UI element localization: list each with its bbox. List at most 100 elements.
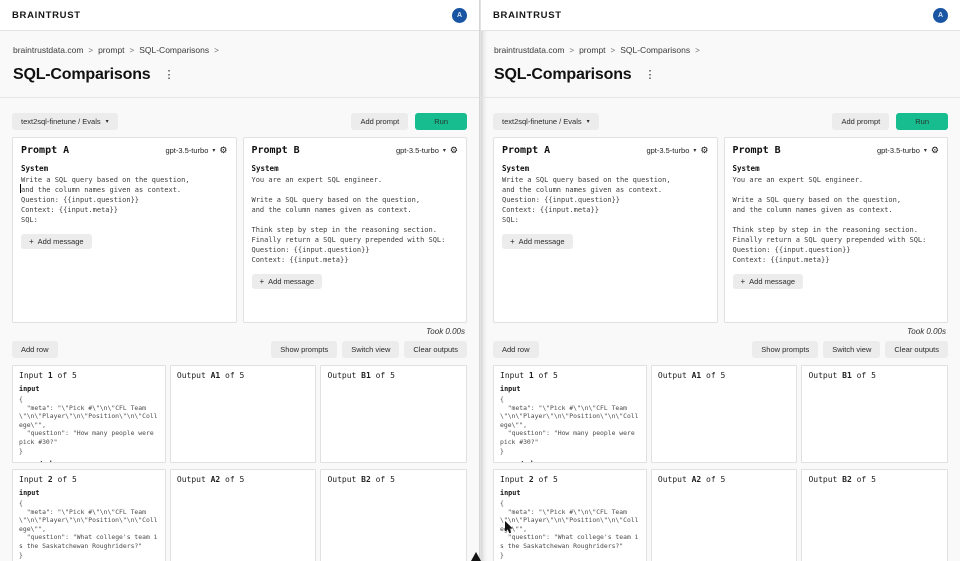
clear-outputs-button[interactable]: Clear outputs <box>404 341 467 358</box>
playground-toolbar: text2sql-finetune / Evals ▾ Add prompt R… <box>12 113 467 130</box>
input-section-label: input <box>19 489 159 497</box>
prompt-b-role-label: System <box>733 164 940 173</box>
input-cell-2[interactable]: Input 2 of 5 input { "meta": "\"Pick #\"… <box>12 469 166 561</box>
prompt-b-system-text[interactable]: You are an expert SQL engineer. Write a … <box>252 175 459 265</box>
show-prompts-button[interactable]: Show prompts <box>271 341 337 358</box>
prompt-a-system-text[interactable]: Write a SQL query based on the question,… <box>21 175 228 225</box>
breadcrumb-org[interactable]: braintrustdata.com <box>494 45 564 55</box>
dataset-selector-label: text2sql-finetune / Evals <box>502 117 582 126</box>
switch-view-button[interactable]: Switch view <box>342 341 399 358</box>
breadcrumb-project[interactable]: SQL-Comparisons <box>620 45 690 55</box>
prompt-b-model-select[interactable]: gpt-3.5-turbo ▾ ⚙ <box>877 146 939 155</box>
app-header: BRAINTRUST A <box>481 0 960 31</box>
prompt-a-system-text[interactable]: Write a SQL query based on the question,… <box>502 175 709 225</box>
prompt-b-role-label: System <box>252 164 459 173</box>
output-cell-a2[interactable]: Output A2 of 5 <box>651 469 798 561</box>
chevron-down-icon: ▾ <box>443 147 446 154</box>
prompt-b-title: Prompt B <box>733 145 781 156</box>
breadcrumb-separator: > <box>214 46 219 55</box>
gear-icon[interactable]: ⚙ <box>219 146 227 155</box>
prompt-a-header: Prompt A gpt-3.5-turbo ▾ ⚙ <box>502 145 709 156</box>
prompt-a-header: Prompt A gpt-3.5-turbo ▾ ⚙ <box>21 145 228 156</box>
prompt-b-model-label: gpt-3.5-turbo <box>877 146 920 155</box>
add-prompt-button[interactable]: Add prompt <box>351 113 408 130</box>
prompt-b-add-message-button[interactable]: + Add message <box>252 274 323 289</box>
prompt-a-model-select[interactable]: gpt-3.5-turbo ▾ ⚙ <box>165 146 227 155</box>
output-cell-b2-header: Output B2 of 5 <box>327 475 460 484</box>
output-cell-a2-header: Output A2 of 5 <box>177 475 310 484</box>
prompt-b-add-message-button[interactable]: + Add message <box>733 274 804 289</box>
prompt-cards: Prompt A gpt-3.5-turbo ▾ ⚙ System Write … <box>12 137 467 323</box>
input-2-json: { "meta": "\"Pick #\"\n\"CFL Team\"\n\"P… <box>19 499 159 559</box>
breadcrumb-separator: > <box>88 46 93 55</box>
breadcrumb-separator: > <box>695 46 700 55</box>
prompt-cards: Prompt A gpt-3.5-turbo ▾ ⚙ System Write … <box>493 137 948 323</box>
mouse-pointer-icon <box>471 552 481 561</box>
gear-icon[interactable]: ⚙ <box>931 146 939 155</box>
expected-section-label: expected <box>500 460 640 463</box>
input-1-json: { "meta": "\"Pick #\"\n\"CFL Team\"\n\"P… <box>500 395 640 455</box>
app-header: BRAINTRUST A <box>0 0 479 31</box>
dataset-selector-label: text2sql-finetune / Evals <box>21 117 101 126</box>
prompt-b-system-text[interactable]: You are an expert SQL engineer. Write a … <box>733 175 940 265</box>
prompt-a-title: Prompt A <box>502 145 550 156</box>
gear-icon[interactable]: ⚙ <box>700 146 708 155</box>
gear-icon[interactable]: ⚙ <box>450 146 458 155</box>
title-row: SQL-Comparisons ⋮ <box>481 55 960 84</box>
prompt-a-model-select[interactable]: gpt-3.5-turbo ▾ ⚙ <box>646 146 708 155</box>
prompt-b-header: Prompt B gpt-3.5-turbo ▾ ⚙ <box>252 145 459 156</box>
input-cell-2-header: Input 2 of 5 <box>500 475 640 484</box>
results-grid: Input 1 of 5 input { "meta": "\"Pick #\"… <box>12 365 467 561</box>
chevron-down-icon: ▾ <box>106 118 109 125</box>
output-cell-b1[interactable]: Output B1 of 5 <box>320 365 467 463</box>
plus-icon: + <box>260 277 265 286</box>
switch-view-button[interactable]: Switch view <box>823 341 880 358</box>
breadcrumb-project[interactable]: SQL-Comparisons <box>139 45 209 55</box>
breadcrumb-section[interactable]: prompt <box>579 45 605 55</box>
prompt-b-model-label: gpt-3.5-turbo <box>396 146 439 155</box>
output-cell-b2[interactable]: Output B2 of 5 <box>801 469 948 561</box>
show-prompts-button[interactable]: Show prompts <box>752 341 818 358</box>
prompt-b-model-select[interactable]: gpt-3.5-turbo ▾ ⚙ <box>396 146 458 155</box>
add-row-button[interactable]: Add row <box>12 341 58 358</box>
input-section-label: input <box>19 385 159 393</box>
prompt-b-card: Prompt B gpt-3.5-turbo ▾ ⚙ System You ar… <box>243 137 468 323</box>
output-cell-b1[interactable]: Output B1 of 5 <box>801 365 948 463</box>
prompt-a-title: Prompt A <box>21 145 69 156</box>
run-button[interactable]: Run <box>415 113 467 130</box>
results-grid: Input 1 of 5 input { "meta": "\"Pick #\"… <box>493 365 948 561</box>
output-cell-a1[interactable]: Output A1 of 5 <box>170 365 317 463</box>
chevron-down-icon: ▾ <box>924 147 927 154</box>
breadcrumb-separator: > <box>611 46 616 55</box>
add-row-button[interactable]: Add row <box>493 341 539 358</box>
user-avatar[interactable]: A <box>933 8 948 23</box>
browser-window-left: BRAINTRUST A braintrustdata.com > prompt… <box>0 0 480 561</box>
prompt-a-add-message-button[interactable]: + Add message <box>502 234 573 249</box>
user-avatar[interactable]: A <box>452 8 467 23</box>
breadcrumb-org[interactable]: braintrustdata.com <box>13 45 83 55</box>
input-section-label: input <box>500 385 640 393</box>
clear-outputs-button[interactable]: Clear outputs <box>885 341 948 358</box>
run-button[interactable]: Run <box>896 113 948 130</box>
output-cell-b2[interactable]: Output B2 of 5 <box>320 469 467 561</box>
chevron-down-icon: ▾ <box>693 147 696 154</box>
kebab-menu-icon[interactable]: ⋮ <box>161 68 176 83</box>
input-cell-1[interactable]: Input 1 of 5 input { "meta": "\"Pick #\"… <box>12 365 166 463</box>
output-cell-b1-header: Output B1 of 5 <box>808 371 941 380</box>
add-prompt-button[interactable]: Add prompt <box>832 113 889 130</box>
add-message-label: Add message <box>519 237 565 246</box>
output-cell-a2[interactable]: Output A2 of 5 <box>170 469 317 561</box>
dataset-selector[interactable]: text2sql-finetune / Evals ▾ <box>493 113 599 130</box>
rows-toolbar: Add row Show prompts Switch view Clear o… <box>12 341 467 358</box>
input-cell-2[interactable]: Input 2 of 5 input { "meta": "\"Pick #\"… <box>493 469 647 561</box>
rows-toolbar: Add row Show prompts Switch view Clear o… <box>493 341 948 358</box>
expected-section-label: expected <box>19 460 159 463</box>
input-cell-1[interactable]: Input 1 of 5 input { "meta": "\"Pick #\"… <box>493 365 647 463</box>
kebab-menu-icon[interactable]: ⋮ <box>642 68 657 83</box>
prompt-a-add-message-button[interactable]: + Add message <box>21 234 92 249</box>
dataset-selector[interactable]: text2sql-finetune / Evals ▾ <box>12 113 118 130</box>
output-cell-a1[interactable]: Output A1 of 5 <box>651 365 798 463</box>
brand-logo: BRAINTRUST <box>493 10 562 21</box>
chevron-down-icon: ▾ <box>587 118 590 125</box>
breadcrumb-section[interactable]: prompt <box>98 45 124 55</box>
